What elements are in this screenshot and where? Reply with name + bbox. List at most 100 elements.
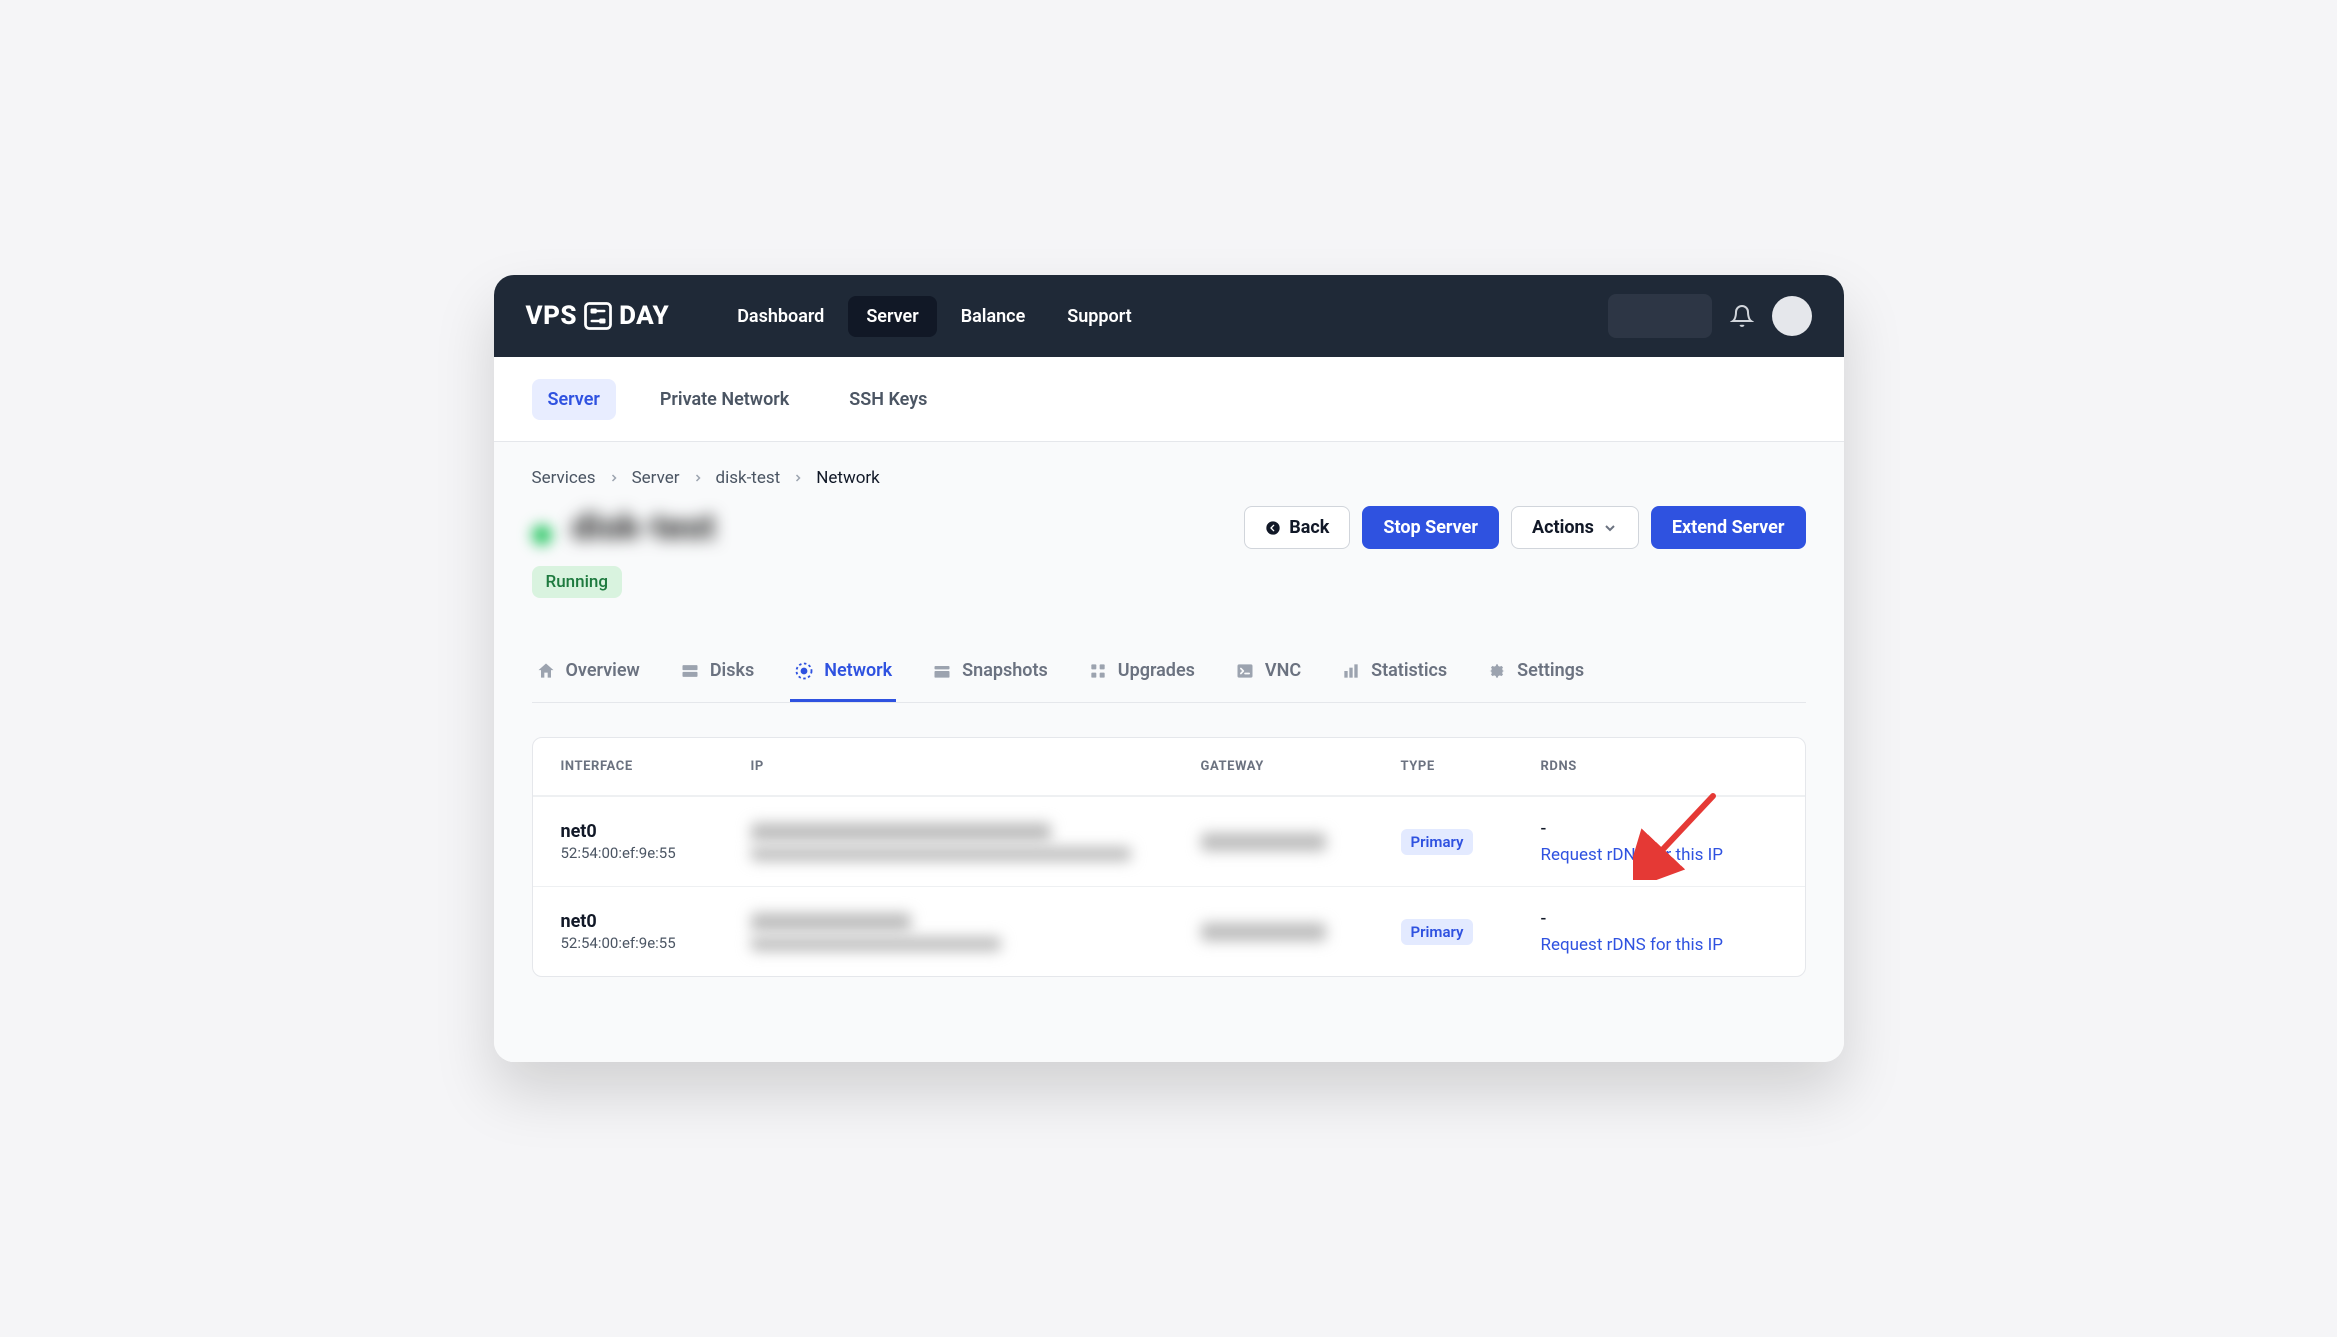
type-badge: Primary <box>1401 919 1474 945</box>
actions-menu-label: Actions <box>1532 517 1594 538</box>
status-dot <box>532 525 552 545</box>
bell-icon[interactable] <box>1730 304 1754 328</box>
cell-type: Primary <box>1401 829 1541 855</box>
ip-redacted-2 <box>751 847 1131 861</box>
interface-name: net0 <box>561 911 751 932</box>
back-button-label: Back <box>1289 517 1329 538</box>
topnav: Dashboard Server Balance Support <box>719 296 1150 337</box>
snapshot-icon <box>932 661 952 681</box>
ip-redacted-2 <box>751 937 1001 951</box>
ip-redacted <box>751 913 911 931</box>
th-gateway: GATEWAY <box>1201 759 1401 774</box>
subnav-server[interactable]: Server <box>532 379 616 420</box>
request-rdns-link[interactable]: Request rDNS for this IP <box>1541 935 1777 955</box>
tab-disks-label: Disks <box>710 660 754 681</box>
gear-icon <box>1487 661 1507 681</box>
page-title: disk-test <box>571 506 715 548</box>
avatar[interactable] <box>1772 296 1812 336</box>
tab-network-label: Network <box>824 660 892 681</box>
logo-icon <box>583 301 613 331</box>
network-icon <box>794 661 814 681</box>
app-window: VPS DAY Dashboard Server Balance Support… <box>494 275 1844 1062</box>
cell-type: Primary <box>1401 919 1541 945</box>
rdns-value: - <box>1541 909 1547 929</box>
logo-text-right: DAY <box>619 301 669 331</box>
arrow-left-circle-icon <box>1265 520 1281 536</box>
th-ip: IP <box>751 759 1201 774</box>
chevron-down-icon <box>1602 520 1618 536</box>
crumb-server[interactable]: Server <box>632 468 680 488</box>
gateway-redacted <box>1201 833 1326 851</box>
gateway-redacted <box>1201 923 1326 941</box>
network-table: INTERFACE IP GATEWAY TYPE RDNS net0 52:5… <box>532 737 1806 977</box>
tab-overview[interactable]: Overview <box>532 650 644 702</box>
subnav-ssh-keys[interactable]: SSH Keys <box>833 379 943 420</box>
topbar: VPS DAY Dashboard Server Balance Support <box>494 275 1844 357</box>
crumb-disktest[interactable]: disk-test <box>716 468 781 488</box>
interface-mac: 52:54:00:ef:9e:55 <box>561 844 751 862</box>
topnav-balance[interactable]: Balance <box>943 296 1044 337</box>
terminal-icon <box>1235 661 1255 681</box>
topbar-placeholder-button[interactable] <box>1608 294 1712 338</box>
cell-interface: net0 52:54:00:ef:9e:55 <box>561 821 751 862</box>
type-badge: Primary <box>1401 829 1474 855</box>
tab-statistics-label: Statistics <box>1371 660 1447 681</box>
page-header: disk-test Running Back Stop Server Actio… <box>532 506 1806 598</box>
topnav-server[interactable]: Server <box>848 296 936 337</box>
interface-mac: 52:54:00:ef:9e:55 <box>561 934 751 952</box>
header-actions: Back Stop Server Actions Extend Server <box>1244 506 1805 549</box>
subnav-private-network[interactable]: Private Network <box>644 379 805 420</box>
logo-text-left: VPS <box>526 301 578 331</box>
stop-server-button[interactable]: Stop Server <box>1362 506 1499 549</box>
th-type: TYPE <box>1401 759 1541 774</box>
tab-snapshots-label: Snapshots <box>962 660 1048 681</box>
body-area: Services Server disk-test Network disk-t… <box>494 442 1844 1062</box>
tab-snapshots[interactable]: Snapshots <box>928 650 1052 702</box>
chart-icon <box>1341 661 1361 681</box>
tab-network[interactable]: Network <box>790 650 896 702</box>
extend-server-label: Extend Server <box>1672 517 1785 538</box>
cell-rdns: - Request rDNS for this IP <box>1541 819 1777 865</box>
crumb-services[interactable]: Services <box>532 468 596 488</box>
tab-settings-label: Settings <box>1517 660 1584 681</box>
subnav: Server Private Network SSH Keys <box>494 357 1844 442</box>
logo[interactable]: VPS DAY <box>526 301 670 331</box>
stop-server-label: Stop Server <box>1383 517 1478 538</box>
request-rdns-link[interactable]: Request rDNS for this IP <box>1541 845 1777 865</box>
grid-icon <box>1088 661 1108 681</box>
cell-gateway <box>1201 923 1401 941</box>
disk-icon <box>680 661 700 681</box>
tab-overview-label: Overview <box>566 660 640 681</box>
tab-vnc[interactable]: VNC <box>1231 650 1305 702</box>
crumb-network: Network <box>816 468 880 488</box>
extend-server-button[interactable]: Extend Server <box>1651 506 1806 549</box>
topbar-right <box>1608 294 1812 338</box>
tab-disks[interactable]: Disks <box>676 650 758 702</box>
tab-statistics[interactable]: Statistics <box>1337 650 1451 702</box>
table-header: INTERFACE IP GATEWAY TYPE RDNS <box>533 738 1805 796</box>
cell-rdns: - Request rDNS for this IP <box>1541 909 1777 955</box>
chevron-right-icon <box>692 472 704 484</box>
tab-upgrades[interactable]: Upgrades <box>1084 650 1199 702</box>
cell-ip <box>751 823 1201 861</box>
table-row: net0 52:54:00:ef:9e:55 Primary - Request… <box>533 886 1805 976</box>
interface-name: net0 <box>561 821 751 842</box>
th-rdns: RDNS <box>1541 759 1777 774</box>
chevron-right-icon <box>792 472 804 484</box>
cell-gateway <box>1201 833 1401 851</box>
tab-upgrades-label: Upgrades <box>1118 660 1195 681</box>
tab-settings[interactable]: Settings <box>1483 650 1588 702</box>
table-row: net0 52:54:00:ef:9e:55 Primary - Request… <box>533 796 1805 886</box>
breadcrumb: Services Server disk-test Network <box>532 468 1806 488</box>
topnav-dashboard[interactable]: Dashboard <box>719 296 842 337</box>
status-badge: Running <box>532 566 623 598</box>
th-interface: INTERFACE <box>561 759 751 774</box>
ip-redacted <box>751 823 1051 841</box>
tab-vnc-label: VNC <box>1265 660 1301 681</box>
section-tabs: Overview Disks Network Snapshots Upgrade… <box>532 650 1806 703</box>
topnav-support[interactable]: Support <box>1049 296 1149 337</box>
actions-menu-button[interactable]: Actions <box>1511 506 1639 549</box>
page-title-block: disk-test Running <box>532 506 716 598</box>
cell-ip <box>751 913 1201 951</box>
back-button[interactable]: Back <box>1244 506 1350 549</box>
